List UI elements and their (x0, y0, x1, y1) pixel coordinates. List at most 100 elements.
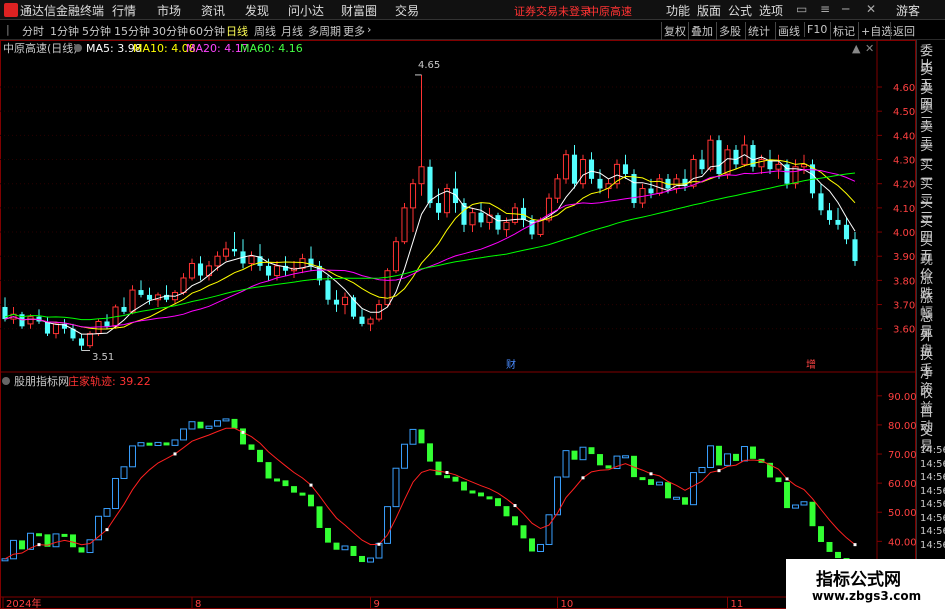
indicator-bar (469, 490, 476, 494)
period-multi[interactable]: 多周期 (308, 23, 341, 39)
period-5min[interactable]: 5分钟 (82, 23, 111, 39)
candles (2, 74, 858, 351)
candle-body (104, 321, 110, 327)
indicator-bar (103, 508, 111, 517)
minimize-icon[interactable]: ▭ (796, 2, 807, 16)
indicator-bar (800, 501, 808, 506)
period-1min[interactable]: 1分钟 (50, 23, 79, 39)
high-price-label: 4.65 (418, 60, 440, 71)
track-dot (717, 469, 721, 473)
watermark-url: www.zbgs3.com (812, 589, 922, 603)
menu-wealth[interactable]: 财富圈 (341, 2, 377, 19)
btn-draw-line[interactable]: 画线 (775, 22, 802, 40)
indicator-bar (36, 533, 42, 537)
collapse-icon[interactable]: ▲ (852, 42, 861, 55)
candle-body (622, 164, 629, 175)
indicator-bar (520, 525, 527, 539)
period-weekly[interactable]: 周线 (254, 23, 276, 39)
track-dot (649, 472, 653, 476)
indicator-bar (367, 557, 374, 563)
chart-title: 中原高速(日线) (3, 41, 78, 55)
indicator-bar (418, 429, 425, 444)
candle-body (129, 289, 136, 313)
indicator-bar (231, 418, 238, 429)
candle-body (299, 258, 306, 269)
indicator-bar (495, 498, 501, 507)
indicator-bar (486, 496, 493, 500)
indicator-bar (350, 545, 357, 556)
app-name: 通达信金融终端 (20, 4, 105, 18)
date-tick-label: 8 (195, 599, 201, 609)
track-dot (581, 476, 585, 480)
menu-news[interactable]: 资讯 (201, 2, 225, 19)
btn-multi-stock[interactable]: 多股 (716, 22, 743, 40)
indicator-tick-label: 90.00 (888, 392, 916, 403)
btn-mark[interactable]: 标记 (830, 22, 857, 40)
btn-back[interactable]: 返回 (890, 22, 917, 40)
period-tick[interactable]: 分时 (22, 23, 44, 39)
btn-add-watchlist[interactable]: +自选 (858, 22, 894, 40)
candle-body (427, 166, 433, 204)
indicator-bar (240, 428, 246, 445)
login-notice[interactable]: 证券交易未登录 (514, 3, 591, 19)
indicator-bar (409, 428, 417, 445)
indicator-bar (214, 420, 221, 427)
indicator-tick-label: 70.00 (888, 450, 916, 461)
indicator-bar (299, 492, 306, 496)
indicator-bar (120, 466, 128, 479)
indicator-bar (579, 446, 587, 461)
user-label[interactable]: 游客 (896, 2, 920, 19)
menu-formula[interactable]: 公式 (728, 2, 752, 19)
candle-body (716, 140, 722, 175)
indicator-bar (503, 506, 510, 517)
candle-body (333, 299, 340, 305)
indicator-bar (673, 496, 680, 500)
period-60min[interactable]: 60分钟 (189, 23, 225, 39)
indicator-bar (137, 442, 145, 447)
candle-body (367, 318, 374, 325)
btn-f10[interactable]: F10 (804, 22, 829, 37)
chart-canvas[interactable]: 4.60 4.50 4.40 4.30 4.20 4.10 4.00 3.90 3.80 3.70… (0, 40, 916, 609)
candle-body (588, 159, 595, 179)
finance-marker[interactable]: 财 (506, 358, 516, 371)
indicator-settings-icon[interactable] (2, 377, 10, 385)
indicator-bar (427, 443, 433, 462)
indicator-bar (648, 479, 654, 485)
period-more[interactable]: 更多 (343, 23, 365, 39)
btn-restore-rights[interactable]: 复权 (661, 22, 688, 40)
settings-circle-icon[interactable] (74, 44, 82, 52)
increase-marker[interactable]: 增 (806, 358, 816, 371)
menu-layout[interactable]: 版面 (697, 2, 721, 19)
menu-market[interactable]: 行情 (112, 2, 136, 19)
menu-discover[interactable]: 发现 (245, 2, 269, 19)
btn-statistics[interactable]: 统计 (745, 22, 772, 40)
menu-ask[interactable]: 问小达 (288, 2, 324, 19)
indicator-tick-label: 80.00 (888, 421, 916, 432)
menu-board[interactable]: 市场 (157, 2, 181, 19)
period-daily[interactable]: 日线 (226, 23, 248, 39)
date-axis: 2024年89101112 (2, 597, 913, 609)
candle-body (52, 323, 60, 335)
candle-body (384, 270, 391, 306)
menu-options[interactable]: 选项 (759, 2, 783, 19)
chevron-right-icon[interactable]: › (367, 23, 371, 36)
candle-body (197, 263, 204, 276)
indicator-bar (163, 442, 170, 446)
period-monthly[interactable]: 月线 (281, 23, 303, 39)
candle-body (469, 212, 476, 226)
indicator-bar (291, 486, 297, 493)
panel-close-icon[interactable]: ✕ (865, 42, 874, 55)
period-15min[interactable]: 15分钟 (114, 23, 150, 39)
minimize-window-icon[interactable]: ─ (842, 2, 849, 16)
side-panel-item[interactable]: 14:56 (920, 538, 945, 553)
menu-icon[interactable]: ≡ (820, 2, 830, 16)
menu-function[interactable]: 功能 (666, 2, 690, 19)
period-30min[interactable]: 30分钟 (152, 23, 188, 39)
close-icon[interactable]: ✕ (866, 2, 876, 16)
indicator-bar (188, 421, 196, 430)
candle-body (95, 320, 102, 335)
candle-body (359, 316, 365, 324)
menu-trade[interactable]: 交易 (395, 2, 419, 19)
btn-overlay[interactable]: 叠加 (688, 22, 715, 40)
indicator-bar (716, 445, 722, 466)
